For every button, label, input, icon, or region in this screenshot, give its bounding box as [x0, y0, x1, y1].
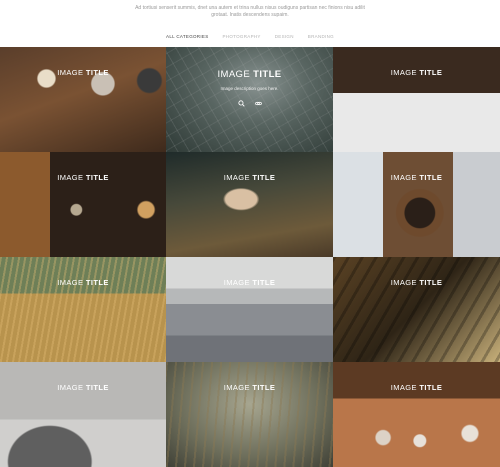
image-title: IMAGE TITLE [390, 173, 443, 182]
hover-actions [166, 100, 333, 107]
portfolio-item[interactable]: IMAGE TITLE [166, 257, 333, 362]
portfolio-item[interactable]: IMAGE TITLE [0, 257, 166, 362]
intro-text: Ad tortiusi senserit summis, dnet una au… [135, 5, 365, 18]
intro-text-block: Ad tortiusi senserit summis, dnet una au… [0, 0, 500, 24]
portfolio-item[interactable]: IMAGE TITLE [0, 152, 166, 257]
image-title: IMAGE TITLE [223, 383, 276, 392]
portfolio-item[interactable]: IMAGE TITLE [166, 152, 333, 257]
image-title: IMAGE TITLE [57, 383, 109, 392]
portfolio-item[interactable]: IMAGE TITLE [333, 257, 500, 362]
portfolio-grid: IMAGE TITLE IMAGE TITLE Image descriptio… [0, 47, 500, 467]
image-title: IMAGE TITLE [390, 278, 443, 287]
image-title: IMAGE TITLE [57, 68, 109, 77]
image-title: IMAGE TITLE [57, 173, 109, 182]
portfolio-item-hovered[interactable]: IMAGE TITLE Image description goes here. [166, 47, 333, 152]
filter-branding[interactable]: BRANDING [308, 34, 334, 39]
filter-photography[interactable]: PHOTOGRAPHY [223, 34, 261, 39]
image-description: Image description goes here. [220, 86, 279, 91]
portfolio-item[interactable]: IMAGE TITLE [166, 362, 333, 467]
search-icon[interactable] [237, 100, 245, 107]
image-title: IMAGE TITLE [390, 68, 443, 77]
image-title: IMAGE TITLE [223, 278, 276, 287]
filter-all-categories[interactable]: ALL CATEGORIES [166, 34, 208, 39]
link-icon[interactable] [254, 100, 262, 107]
category-filter-bar: ALL CATEGORIES PHOTOGRAPHY DESIGN BRANDI… [0, 24, 500, 48]
image-title: IMAGE TITLE [390, 383, 443, 392]
portfolio-item[interactable]: IMAGE TITLE [0, 362, 166, 467]
image-title: IMAGE TITLE [57, 278, 109, 287]
filter-design[interactable]: DESIGN [275, 34, 294, 39]
portfolio-item[interactable]: IMAGE TITLE [0, 47, 166, 152]
image-title: IMAGE TITLE [217, 69, 282, 80]
portfolio-item[interactable]: IMAGE TITLE [333, 152, 500, 257]
portfolio-item[interactable]: IMAGE TITLE [333, 362, 500, 467]
portfolio-item[interactable]: IMAGE TITLE [333, 47, 500, 152]
image-title: IMAGE TITLE [223, 173, 276, 182]
